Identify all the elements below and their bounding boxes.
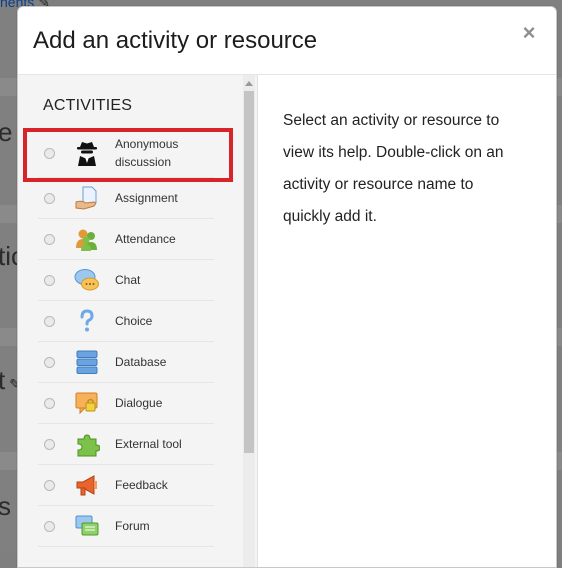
list-item-forum[interactable]: Forum bbox=[38, 506, 214, 547]
scroll-up-arrow-icon[interactable] bbox=[245, 81, 253, 86]
list-item-dialogue[interactable]: Dialogue bbox=[38, 383, 214, 424]
scrollbar[interactable] bbox=[243, 75, 255, 567]
radio-button[interactable] bbox=[44, 274, 55, 286]
radio-button[interactable] bbox=[44, 438, 55, 450]
item-label: Dialogue bbox=[115, 396, 163, 410]
question-icon bbox=[74, 308, 100, 334]
radio-button[interactable] bbox=[44, 397, 55, 409]
item-label: Anonymous discussion bbox=[115, 137, 179, 169]
dialog-title: Add an activity or resource bbox=[33, 27, 318, 54]
attendance-icon bbox=[74, 226, 100, 252]
help-panel: Select an activity or resource to view i… bbox=[258, 75, 556, 567]
assignment-icon bbox=[74, 185, 100, 211]
background-text: s bbox=[0, 491, 11, 521]
database-icon bbox=[74, 349, 100, 375]
list-item-attendance[interactable]: Attendance bbox=[38, 219, 214, 260]
close-button[interactable]: × bbox=[519, 22, 539, 44]
item-label: Choice bbox=[115, 314, 153, 328]
help-text: Select an activity or resource to view i… bbox=[283, 112, 504, 225]
dialogue-icon bbox=[74, 390, 100, 416]
item-label: Assignment bbox=[115, 191, 178, 205]
activity-list: Anonymous discussion Assignment Attendan… bbox=[38, 129, 214, 547]
item-label: Chat bbox=[115, 273, 141, 287]
activity-list-panel: ACTIVITIES Anonymous discussion Assignme… bbox=[18, 75, 258, 567]
list-item-feedback[interactable]: Feedback bbox=[38, 465, 214, 506]
chat-icon bbox=[74, 267, 100, 293]
item-label: Database bbox=[115, 355, 167, 369]
activities-section-title: ACTIVITIES bbox=[43, 97, 133, 114]
forum-icon bbox=[74, 513, 100, 539]
radio-button[interactable] bbox=[44, 520, 55, 532]
anonymous-spy-icon bbox=[74, 140, 100, 166]
list-item-chat[interactable]: Chat bbox=[38, 260, 214, 301]
megaphone-icon bbox=[74, 472, 100, 498]
radio-button[interactable] bbox=[44, 192, 55, 204]
radio-button[interactable] bbox=[44, 233, 55, 245]
background-text: e bbox=[0, 117, 13, 147]
list-item-assignment[interactable]: Assignment bbox=[38, 178, 214, 219]
list-item-database[interactable]: Database bbox=[38, 342, 214, 383]
scroll-thumb[interactable] bbox=[244, 91, 254, 453]
dialog-header: Add an activity or resource × bbox=[18, 7, 556, 75]
puzzle-icon bbox=[74, 431, 100, 457]
radio-button[interactable] bbox=[44, 315, 55, 327]
radio-button[interactable] bbox=[44, 147, 55, 159]
item-label: Forum bbox=[115, 519, 150, 533]
item-label: Feedback bbox=[115, 478, 168, 492]
radio-button[interactable] bbox=[44, 356, 55, 368]
item-label: External tool bbox=[115, 437, 182, 451]
list-item-external-tool[interactable]: External tool bbox=[38, 424, 214, 465]
list-item-choice[interactable]: Choice bbox=[38, 301, 214, 342]
add-activity-dialog: Add an activity or resource × ACTIVITIES… bbox=[17, 6, 557, 568]
radio-button[interactable] bbox=[44, 479, 55, 491]
list-item-anonymous-discussion[interactable]: Anonymous discussion bbox=[38, 129, 214, 178]
item-label: Attendance bbox=[115, 232, 176, 246]
